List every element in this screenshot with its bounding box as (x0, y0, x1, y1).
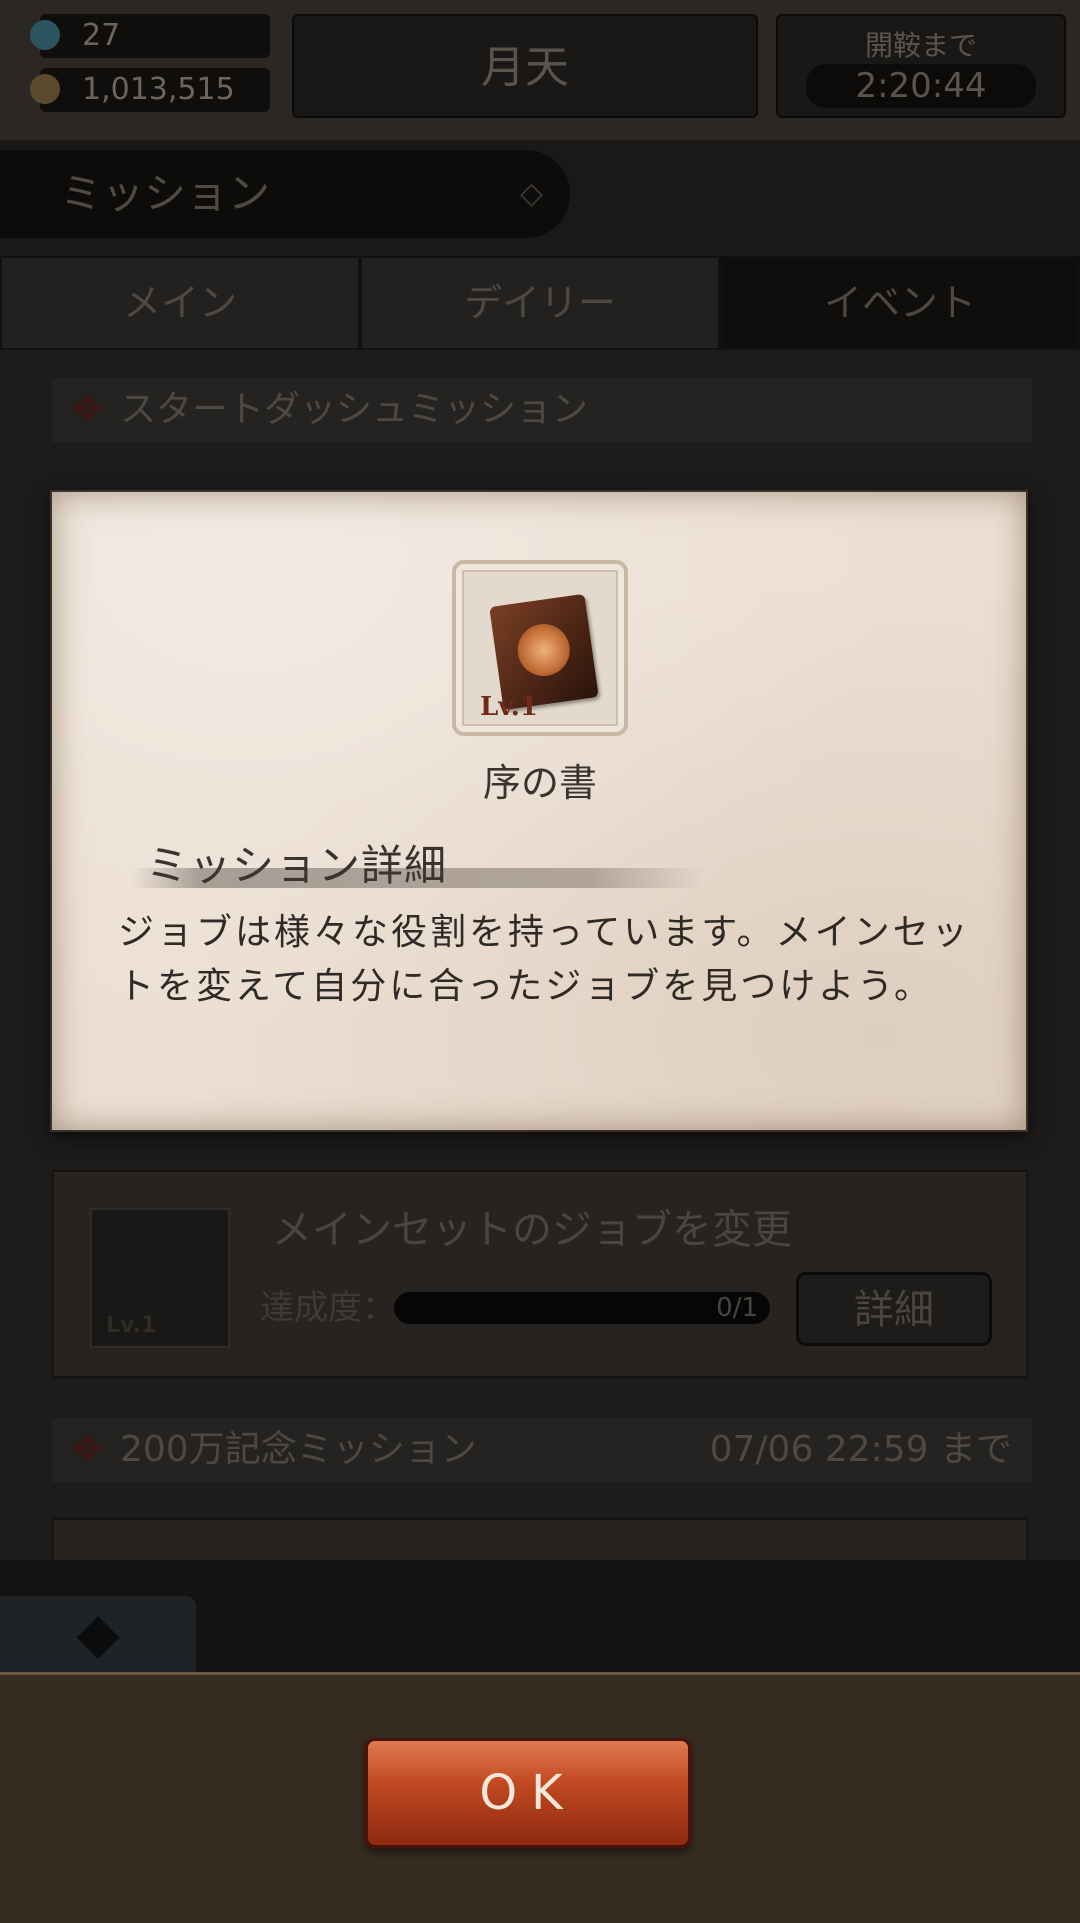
gold-counter: 1,013,515 (30, 68, 270, 112)
location-name: 月天 (292, 14, 758, 118)
cross-icon: ✥ (72, 1429, 103, 1470)
gem-counter: 27 (30, 14, 270, 58)
list-item (52, 1518, 1028, 1560)
tab-bar: メイン デイリー イベント (0, 256, 1080, 350)
detail-button[interactable]: 詳細 (796, 1272, 992, 1346)
progress-bar: 0/1 (394, 1292, 770, 1324)
gem-icon (30, 20, 60, 50)
gold-count: 1,013,515 (82, 72, 235, 107)
timer-box: 開鞍まで 2:20:44 (776, 14, 1066, 118)
gem-count: 27 (82, 18, 121, 53)
section-title: スタートダッシュミッション (120, 389, 589, 430)
section-deadline: 07/06 22:59 まで (709, 1429, 1012, 1470)
emblem-icon (514, 620, 574, 680)
progress-label: 達成度： (260, 1288, 396, 1328)
timer-value: 2:20:44 (806, 64, 1036, 108)
timer-label: 開鞍まで (864, 29, 977, 62)
tab-event[interactable]: イベント (720, 256, 1080, 350)
cross-icon: ✥ (72, 389, 103, 430)
coin-icon (30, 74, 60, 104)
section-header: ✥ スタートダッシュミッション (52, 378, 1032, 442)
detail-description: ジョブは様々な役割を持っています。メインセットを変えて自分に合ったジョブを見つけ… (118, 912, 971, 1007)
back-arrow-icon: ◆ (76, 1601, 120, 1666)
list-item: Lv.1 メインセットのジョブを変更 達成度： 0/1 詳細 (52, 1170, 1028, 1378)
reward-item-frame: Lv.1 (452, 560, 628, 736)
back-button[interactable]: ◆ (0, 1596, 196, 1672)
page-title: ミッション (0, 150, 570, 238)
section-title: 200万記念ミッション (120, 1429, 477, 1470)
item-level: Lv.1 (106, 1313, 157, 1338)
reward-item-level: Lv.1 (480, 692, 538, 722)
top-status-bar: 27 1,013,515 月天 開鞍まで 2:20:44 (0, 0, 1080, 140)
detail-title: ミッション詳細 (146, 841, 448, 890)
ok-button[interactable]: OK (365, 1738, 691, 1848)
mission-title: メインセットのジョブを変更 (272, 1207, 792, 1253)
tab-daily[interactable]: デイリー (360, 256, 720, 350)
tab-main[interactable]: メイン (0, 256, 360, 350)
sort-icon[interactable]: ◇ (520, 176, 554, 216)
item-thumbnail: Lv.1 (90, 1208, 230, 1348)
reward-item-name: 序の書 (482, 761, 597, 805)
section-header: ✥ 200万記念ミッション 07/06 22:59 まで (52, 1418, 1032, 1482)
